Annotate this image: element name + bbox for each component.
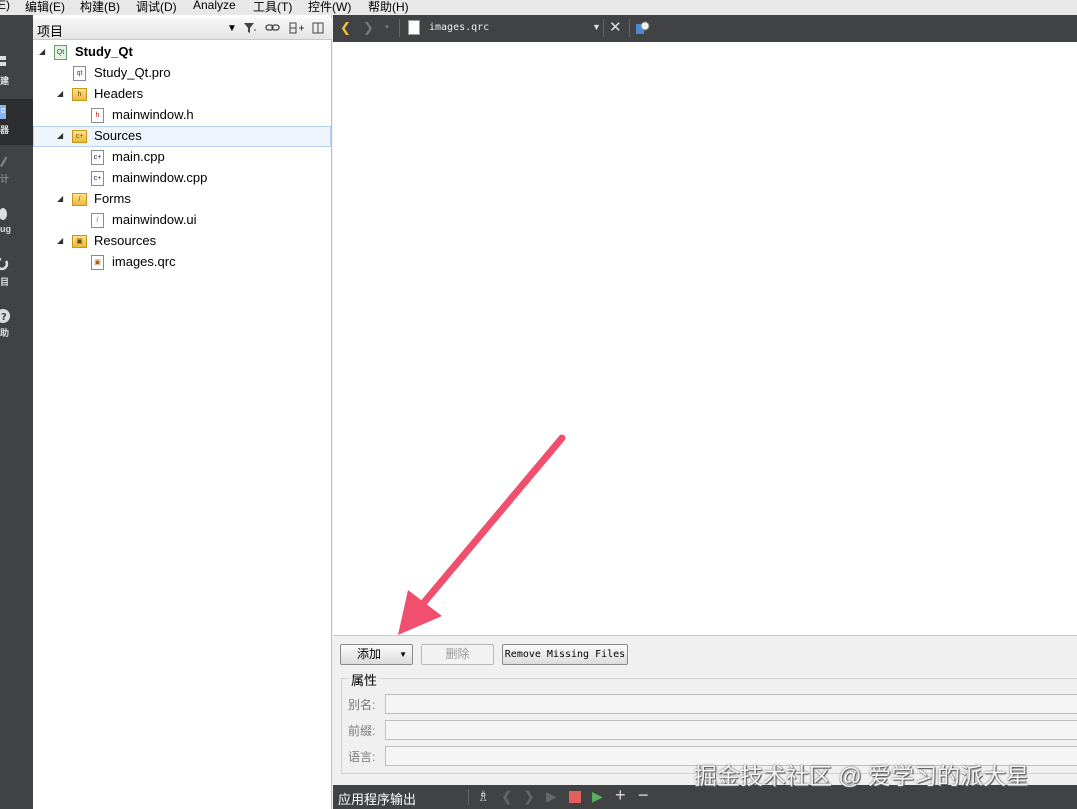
link-icon[interactable]	[265, 21, 281, 38]
tree-item-headers[interactable]: ◢ h Headers	[33, 84, 331, 105]
menu-build[interactable]: 构建(B)	[80, 0, 120, 15]
menu-edit[interactable]: 编辑(E)	[25, 0, 65, 15]
project-pane-header: 项目 ▼	[33, 18, 332, 40]
mode-help[interactable]: ? 助	[0, 302, 33, 348]
help-icon: ?	[0, 309, 10, 323]
cpp-file-icon: c+	[91, 171, 104, 186]
folder-icon: h	[72, 88, 87, 101]
tree-item-header-file[interactable]: h mainwindow.h	[33, 105, 331, 126]
previous-item-icon[interactable]: ❮	[501, 788, 513, 805]
collapse-arrow-icon[interactable]: ◢	[39, 47, 45, 56]
menu-help[interactable]: 帮助(H)	[368, 0, 409, 15]
split-editor-icon[interactable]	[635, 20, 651, 39]
zoom-out-icon[interactable]: −	[638, 785, 649, 806]
welcome-icon	[0, 56, 6, 66]
folder-icon: ▣	[72, 235, 87, 248]
mode-bar: 建 器 计 ug 目 ? 助	[0, 15, 33, 809]
collapse-arrow-icon[interactable]: ◢	[57, 131, 63, 140]
tree-item-resources[interactable]: ◢ ▣ Resources	[33, 231, 331, 252]
mode-projects[interactable]: 目	[0, 251, 33, 297]
back-arrow-icon[interactable]: ❮	[340, 20, 351, 36]
mode-editor[interactable]: 器	[0, 99, 33, 145]
menu-tools[interactable]: 工具(T)	[253, 0, 292, 15]
prefix-label: 前缀:	[348, 724, 376, 738]
properties-title: 属性	[349, 670, 380, 689]
alias-field[interactable]	[385, 694, 1077, 714]
qrc-file-icon: ▣	[91, 255, 104, 270]
project-pane-title: 项目	[37, 24, 64, 39]
run-icon[interactable]: ▶	[546, 788, 557, 805]
cpp-file-icon: c+	[91, 150, 104, 165]
view-selector-dropdown-icon[interactable]: ▼	[227, 23, 237, 34]
tree-item-pro-file[interactable]: qt Study_Qt.pro	[33, 63, 331, 84]
design-icon	[0, 156, 7, 167]
zoom-in-icon[interactable]: +	[615, 785, 626, 806]
collapse-arrow-icon[interactable]: ◢	[57, 89, 63, 98]
tree-item-forms[interactable]: ◢ / Forms	[33, 189, 331, 210]
folder-icon: /	[72, 193, 87, 206]
toolbar-separator	[468, 789, 469, 805]
folder-icon: c+	[72, 130, 87, 143]
close-document-icon[interactable]: ✕	[609, 18, 622, 36]
toolbar-separator	[603, 19, 604, 37]
mode-debug[interactable]: ug	[0, 200, 33, 246]
tree-item-sources[interactable]: ◢ c+ Sources	[33, 126, 331, 147]
debug-icon	[0, 208, 7, 220]
project-pane: 项目 ▼ ◢ Qt Study_Qt qt Study_Qt.pro ◢ h H…	[33, 15, 332, 809]
lock-icon: ▪	[385, 21, 389, 33]
close-pane-icon[interactable]	[312, 21, 324, 38]
qt-project-icon: Qt	[54, 45, 67, 60]
h-file-icon: h	[91, 108, 104, 123]
filter-icon[interactable]	[243, 21, 257, 38]
forward-arrow-icon[interactable]: ❯	[363, 20, 374, 36]
qrc-document-icon	[408, 20, 420, 35]
stop-icon[interactable]	[569, 791, 581, 803]
svg-text:?: ?	[1, 312, 7, 323]
document-dropdown-icon[interactable]: ▼	[592, 22, 601, 32]
menu-debug[interactable]: 调试(D)	[136, 0, 177, 15]
menu-bar: E) 编辑(E) 构建(B) 调试(D) Analyze 工具(T) 控件(W)…	[0, 0, 1077, 15]
menu-analyze[interactable]: Analyze	[193, 0, 236, 12]
alias-label: 别名:	[348, 698, 376, 712]
tree-item-ui-file[interactable]: / mainwindow.ui	[33, 210, 331, 231]
next-item-icon[interactable]: ❯	[523, 788, 535, 805]
ui-file-icon: /	[91, 213, 104, 228]
split-icon[interactable]	[289, 21, 305, 38]
watermark: 掘金技术社区 @ 爱学习的派大星	[694, 763, 1030, 789]
open-document-name[interactable]: images.qrc	[429, 22, 489, 33]
collapse-arrow-icon[interactable]: ◢	[57, 194, 63, 203]
mode-welcome[interactable]: 建	[0, 50, 33, 96]
collapse-arrow-icon[interactable]: ◢	[57, 236, 63, 245]
language-label: 语言:	[348, 750, 376, 764]
editor-icon	[0, 105, 6, 119]
output-title: 应用程序输出	[338, 792, 417, 807]
toolbar-separator	[399, 19, 400, 37]
menu-widget[interactable]: 控件(W)	[308, 0, 351, 15]
tree-item-project[interactable]: ◢ Qt Study_Qt	[33, 42, 331, 63]
clean-output-icon[interactable]: ♗	[477, 788, 490, 805]
editor-toolbar: ❮ ❯ ▪ images.qrc ▼ ✕	[333, 15, 1077, 42]
add-button-label: 添加	[357, 647, 382, 661]
menu-file-fragment[interactable]: E)	[0, 0, 10, 12]
tree-item-mainwindow-cpp[interactable]: c+ mainwindow.cpp	[33, 168, 331, 189]
qt-pro-file-icon: qt	[73, 66, 86, 81]
annotation-arrow-icon	[398, 434, 566, 635]
projects-icon	[0, 257, 9, 271]
toolbar-separator	[629, 19, 630, 37]
tree-item-qrc-file[interactable]: ▣ images.qrc	[33, 252, 331, 273]
rerun-icon[interactable]: ▶	[592, 788, 603, 805]
mode-design[interactable]: 计	[0, 148, 33, 194]
prefix-field[interactable]	[385, 720, 1077, 740]
tree-item-main-cpp[interactable]: c+ main.cpp	[33, 147, 331, 168]
